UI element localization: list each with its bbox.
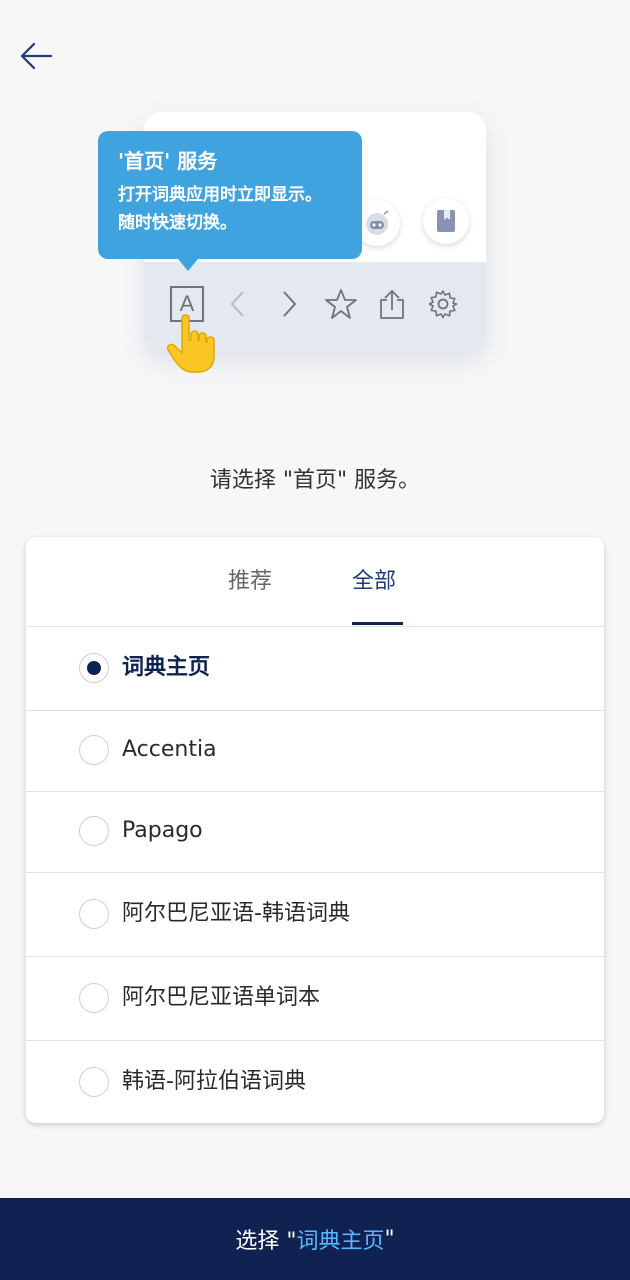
select-button-prefix: 选择 " bbox=[235, 1229, 297, 1254]
tab-bar: 推荐 全部 bbox=[26, 537, 604, 627]
back-button[interactable] bbox=[14, 34, 58, 78]
option-label: 阿尔巴尼亚语-韩语词典 bbox=[122, 901, 350, 926]
tab-recommended[interactable]: 推荐 bbox=[228, 565, 272, 599]
option-label: 阿尔巴尼亚语单词本 bbox=[122, 985, 321, 1010]
radio-button[interactable] bbox=[79, 816, 109, 846]
radio-button[interactable] bbox=[79, 735, 109, 765]
service-tooltip: '首页' 服务 打开词典应用时立即显示。 随时快速切换。 bbox=[98, 131, 362, 271]
select-button[interactable]: 选择 " 词典主页 " bbox=[0, 1198, 630, 1280]
star-icon bbox=[324, 287, 358, 321]
option-label: 韩语-阿拉伯语词典 bbox=[122, 1069, 306, 1094]
radio-button[interactable] bbox=[79, 983, 109, 1013]
option-label: Papago bbox=[122, 818, 203, 843]
list-item[interactable]: 韩语-阿拉伯语词典 bbox=[26, 1041, 604, 1123]
option-label: 词典主页 bbox=[122, 655, 211, 680]
pointing-hand-icon bbox=[166, 314, 215, 373]
list-item[interactable]: 阿尔巴尼亚语单词本 bbox=[26, 957, 604, 1041]
list-item[interactable]: 阿尔巴尼亚语-韩语词典 bbox=[26, 873, 604, 957]
tab-all[interactable]: 全部 bbox=[352, 565, 396, 599]
active-tab-indicator bbox=[352, 622, 403, 625]
radio-button[interactable] bbox=[79, 899, 109, 929]
share-icon bbox=[375, 287, 409, 321]
list-item[interactable]: Accentia bbox=[26, 711, 604, 792]
gear-icon bbox=[426, 287, 460, 321]
list-item[interactable]: Papago bbox=[26, 792, 604, 873]
selection-prompt: 请选择 "首页" 服务。 bbox=[209, 468, 421, 493]
service-list-card: 推荐 全部 词典主页 Accentia Papago 阿尔巴尼亚语-韩语词典 阿… bbox=[26, 537, 604, 1123]
bookmark-icon bbox=[423, 198, 469, 244]
radio-button-selected[interactable] bbox=[79, 653, 109, 683]
option-label: Accentia bbox=[122, 737, 217, 762]
list-item[interactable]: 词典主页 bbox=[26, 627, 604, 711]
screen: A '首页' 服务 打开词典应用时立即显示。 随时快速切换。 请选择 "首页" … bbox=[0, 0, 630, 1280]
tooltip-title: '首页' 服务 bbox=[118, 149, 218, 173]
select-button-selection: 词典主页 bbox=[296, 1229, 385, 1254]
arrow-left-icon bbox=[20, 42, 53, 70]
radio-button[interactable] bbox=[79, 1067, 109, 1097]
select-button-suffix: " bbox=[384, 1226, 395, 1252]
tooltip-description: 打开词典应用时立即显示。 随时快速切换。 bbox=[118, 185, 322, 233]
chevron-right-icon bbox=[272, 287, 306, 321]
